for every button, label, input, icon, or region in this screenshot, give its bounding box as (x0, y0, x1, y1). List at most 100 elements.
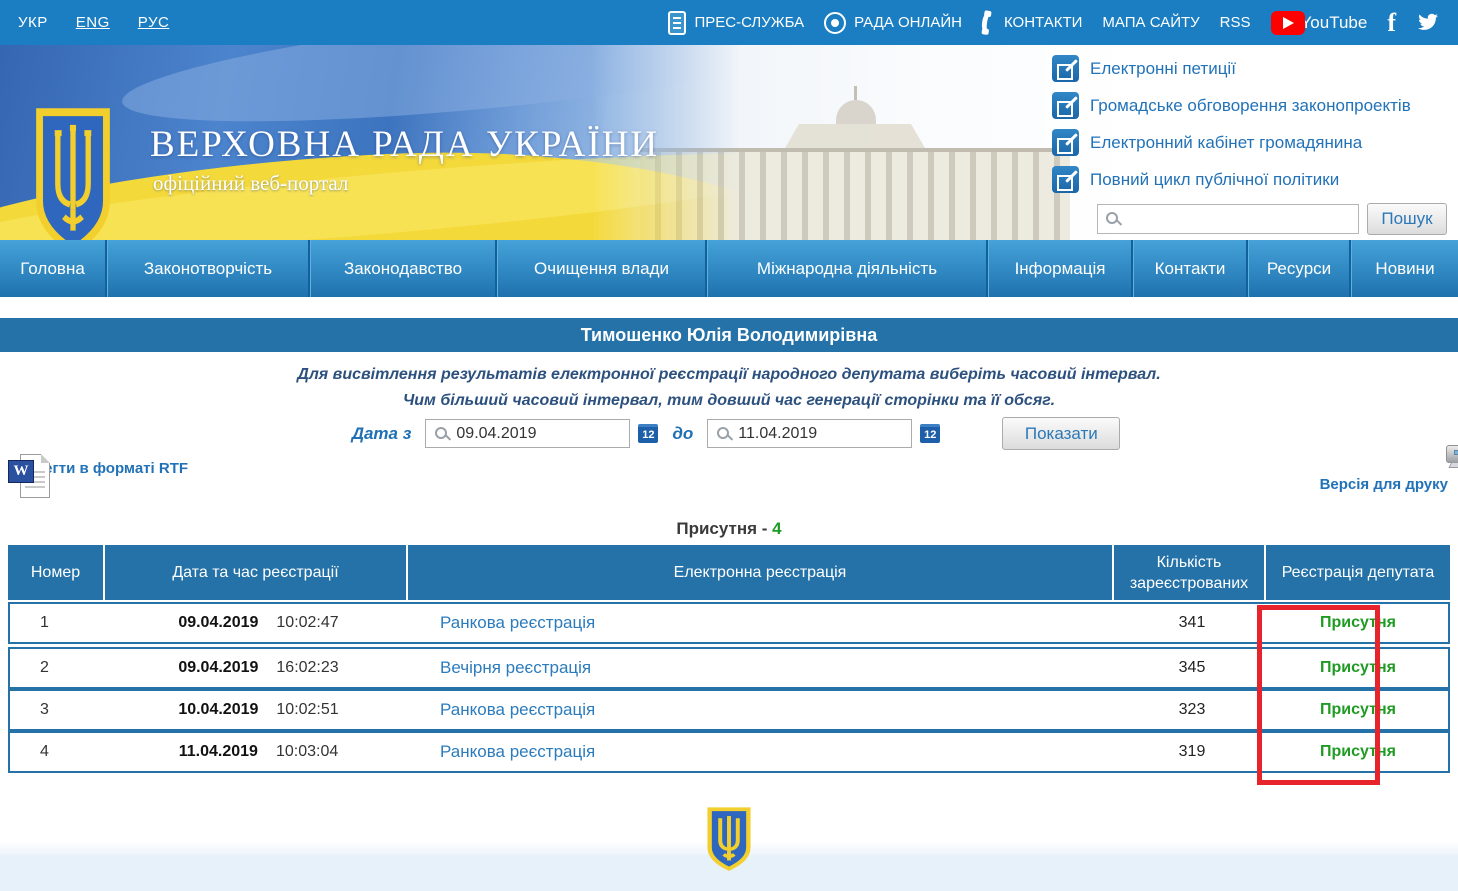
search-input[interactable] (1128, 205, 1356, 233)
rss-link[interactable]: RSS (1220, 14, 1251, 31)
nav-item-home[interactable]: Головна (0, 240, 107, 297)
quick-links-panel: Електронні петиції Громадське обговоренн… (1052, 55, 1450, 235)
rss-label: RSS (1220, 14, 1251, 31)
twitter-link[interactable] (1416, 13, 1440, 33)
col-header-count: Кількість зареєстрованих (1114, 545, 1266, 600)
nav-item-resources[interactable]: Ресурси (1248, 240, 1351, 297)
date-filter-row: Дата з 12 до 12 Показати (0, 417, 1458, 450)
registration-link[interactable]: Ранкова реєстрація (440, 613, 595, 633)
site-title: ВЕРХОВНА РАДА УКРАЇНИ (150, 123, 659, 166)
row-count: 319 (1116, 733, 1268, 771)
row-number: 1 (10, 604, 107, 642)
nav-item-lustration[interactable]: Очищення влади (497, 240, 707, 297)
site-subtitle: офіційний веб-портал (153, 171, 348, 196)
quick-link-label: Електронні петиції (1090, 59, 1236, 79)
tools-row: W Зберегти в форматі RTF Версія для друк… (0, 452, 1458, 524)
press-service-link[interactable]: ПРЕС-СЛУЖБА (668, 11, 804, 35)
footer-coat-of-arms-icon (707, 807, 751, 876)
press-document-icon (668, 11, 686, 35)
nav-item-information[interactable]: Інформація (988, 240, 1133, 297)
nav-item-contacts[interactable]: Контакти (1133, 240, 1248, 297)
print-version-label: Версія для друку (1320, 476, 1448, 493)
page-title: Тимошенко Юлія Володимирівна (0, 318, 1458, 352)
date-to-box (707, 419, 912, 448)
edit-pencil-icon (1052, 129, 1079, 156)
date-to-label: до (672, 424, 693, 444)
contacts-link[interactable]: КОНТАКТИ (982, 11, 1082, 35)
lang-eng[interactable]: ENG (76, 14, 110, 31)
presence-count: 4 (772, 519, 781, 538)
presence-label: Присутня - (676, 519, 767, 538)
row-date: 10.04.2019 (178, 701, 258, 719)
show-button[interactable]: Показати (1002, 417, 1120, 450)
nav-item-news[interactable]: Новини (1351, 240, 1458, 297)
search-icon (435, 427, 447, 439)
row-datetime: 11.04.2019 10:03:04 (107, 733, 410, 771)
registration-link[interactable]: Вечірня реєстрація (440, 658, 591, 678)
table-header: Номер Дата та час реєстрації Електронна … (8, 545, 1450, 600)
row-datetime: 09.04.2019 10:02:47 (107, 604, 410, 642)
instruction-line-1: Для висвітлення результатів електронної … (0, 362, 1458, 388)
nav-item-legislation[interactable]: Законодавство (310, 240, 497, 297)
calendar-icon[interactable]: 12 (920, 424, 940, 443)
presence-summary: Присутня - 4 (0, 519, 1458, 539)
search-icon (717, 427, 729, 439)
print-version-link[interactable]: Версія для друку (1320, 452, 1448, 493)
table-row: 4 11.04.2019 10:03:04 Ранкова реєстрація… (8, 731, 1450, 773)
calendar-icon[interactable]: 12 (638, 424, 658, 443)
facebook-link[interactable]: f (1387, 11, 1396, 35)
quick-link-policy-cycle[interactable]: Повний цикл публічної політики (1052, 166, 1450, 193)
main-navigation: Головна Законотворчість Законодавство Оч… (0, 240, 1458, 297)
row-number: 4 (10, 733, 107, 771)
coat-of-arms-icon (35, 107, 111, 240)
quick-link-petitions[interactable]: Електронні петиції (1052, 55, 1450, 82)
col-header-datetime: Дата та час реєстрації (105, 545, 408, 600)
date-from-input[interactable] (456, 420, 626, 447)
row-count: 345 (1116, 649, 1268, 687)
rada-online-link[interactable]: РАДА ОНЛАЙН (824, 12, 962, 34)
sitemap-link[interactable]: МАПА САЙТУ (1102, 14, 1199, 31)
date-to-input[interactable] (738, 420, 908, 447)
row-count: 341 (1116, 604, 1268, 642)
edit-pencil-icon (1052, 166, 1079, 193)
nav-item-international[interactable]: Міжнародна діяльність (707, 240, 988, 297)
col-header-deputy-registration: Реєстрація депутата (1266, 545, 1450, 600)
top-bar: УКР ENG РУС ПРЕС-СЛУЖБА РАДА ОНЛАЙН КОНТ… (0, 0, 1458, 45)
save-rtf-link[interactable]: W Зберегти в форматі RTF (8, 454, 188, 477)
youtube-label: YouTube (1301, 13, 1368, 33)
phone-icon (980, 10, 997, 36)
registration-link[interactable]: Ранкова реєстрація (440, 742, 595, 762)
table-row: 2 09.04.2019 16:02:23 Вечірня реєстрація… (8, 647, 1450, 689)
search-box (1097, 204, 1359, 234)
instruction-line-2: Чим більший часовий інтервал, тим довший… (0, 388, 1458, 414)
table-row: 1 09.04.2019 10:02:47 Ранкова реєстрація… (8, 602, 1450, 644)
quick-link-label: Повний цикл публічної політики (1090, 170, 1339, 190)
search-button[interactable]: Пошук (1367, 203, 1447, 235)
lang-ukr[interactable]: УКР (18, 14, 48, 31)
header-banner: ВЕРХОВНА РАДА УКРАЇНИ офіційний веб-порт… (0, 45, 1458, 240)
contacts-label: КОНТАКТИ (1004, 14, 1082, 31)
registration-link[interactable]: Ранкова реєстрація (440, 700, 595, 720)
nav-item-lawmaking[interactable]: Законотворчість (107, 240, 310, 297)
sitemap-label: МАПА САЙТУ (1102, 14, 1199, 31)
search-icon (1106, 212, 1118, 224)
row-datetime: 09.04.2019 16:02:23 (107, 649, 410, 687)
row-time: 10:02:47 (276, 614, 338, 632)
date-from-label: Дата з (352, 424, 412, 444)
highlight-red-box (1257, 605, 1380, 785)
edit-pencil-icon (1052, 92, 1079, 119)
row-date: 11.04.2019 (179, 743, 258, 761)
lang-rus[interactable]: РУС (138, 14, 170, 31)
quick-link-citizen-cabinet[interactable]: Електронний кабінет громадянина (1052, 129, 1450, 156)
quick-link-public-discussion[interactable]: Громадське обговорення законопроектів (1052, 92, 1450, 119)
table-row: 3 10.04.2019 10:02:51 Ранкова реєстрація… (8, 689, 1450, 731)
twitter-bird-icon (1416, 13, 1440, 33)
date-from-box (425, 419, 630, 448)
footer (0, 855, 1458, 891)
row-time: 16:02:23 (276, 659, 338, 677)
col-header-number: Номер (8, 545, 105, 600)
youtube-link[interactable]: YouTube (1271, 11, 1368, 35)
broadcast-icon (824, 12, 846, 34)
row-datetime: 10.04.2019 10:02:51 (107, 691, 410, 729)
col-header-registration: Електронна реєстрація (408, 545, 1114, 600)
